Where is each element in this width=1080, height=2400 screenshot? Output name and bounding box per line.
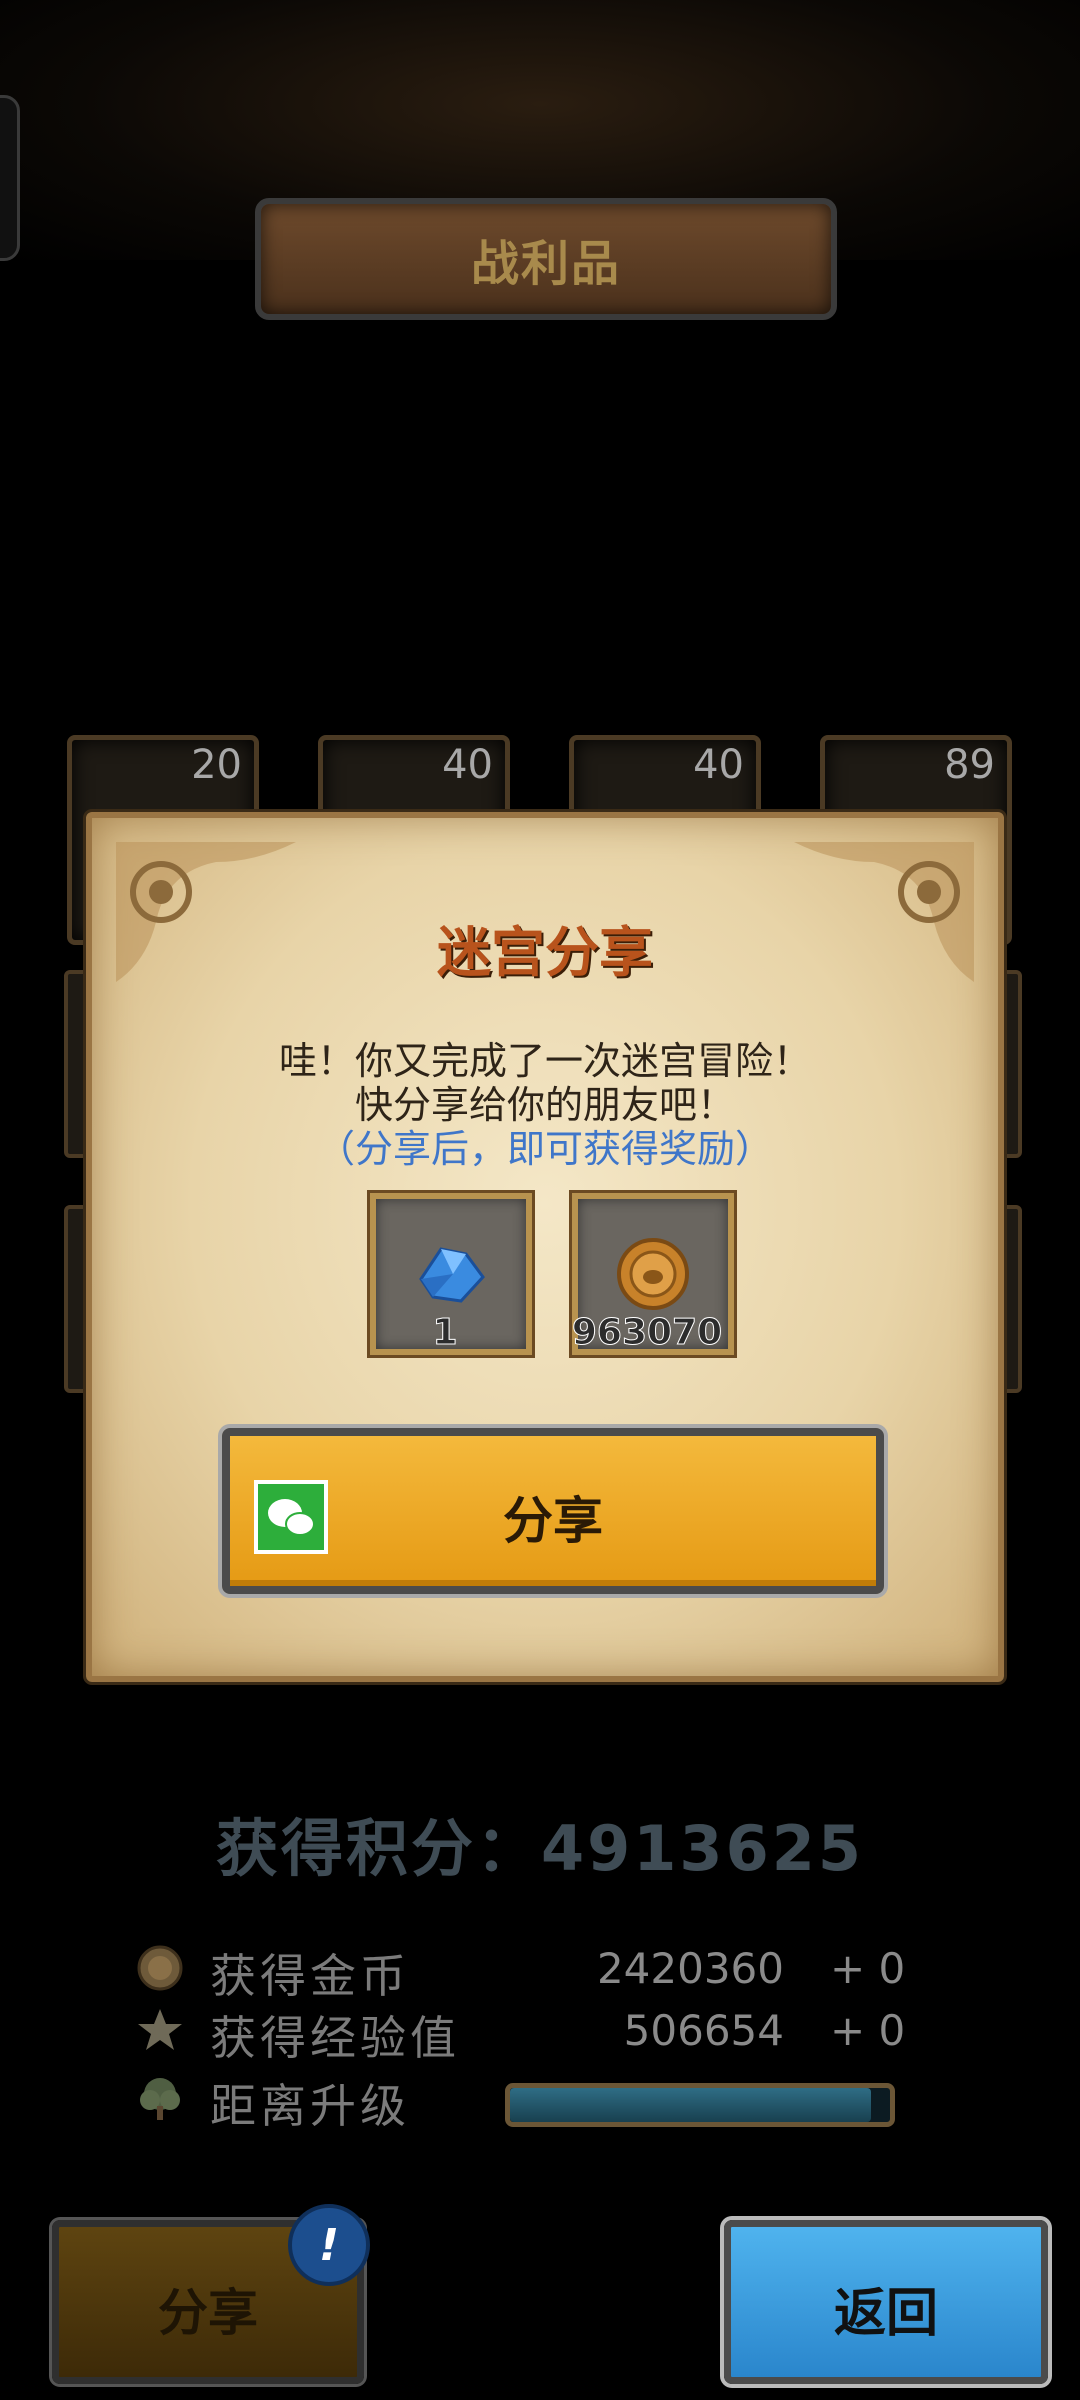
share-dialog: 迷宫分享 哇！你又完成了一次迷宫冒险！ 快分享给你的朋友吧！ （分享后，即可获得… [86, 812, 1004, 1682]
exp-bonus: + 0 [830, 2006, 906, 2055]
level-progress-fill [510, 2088, 871, 2122]
tree-icon [140, 2078, 180, 2120]
back-button-label: 返回 [833, 2284, 938, 2344]
loot-count: 20 [191, 742, 242, 788]
score-line: 获得积分：4913625 [0, 1798, 1080, 1888]
loot-count: 40 [442, 742, 493, 788]
dialog-title: 迷宫分享 [437, 921, 653, 984]
loot-count: 40 [693, 742, 744, 788]
reward-count-crystal: 1 [432, 1312, 458, 1354]
gold-value: 2420360 [596, 1944, 784, 1993]
exp-label: 获得经验值 [210, 2011, 460, 2065]
dialog-reward-note: （分享后，即可获得奖励） [316, 1127, 773, 1171]
level-label: 距离升级 [210, 2079, 410, 2133]
back-button[interactable]: 返回 [724, 2220, 1048, 2384]
stat-row-exp: 获得经验值 506654 + 0 [130, 2000, 930, 2065]
reward-count-gold: 963070 [571, 1312, 723, 1354]
loot-count: 89 [944, 742, 995, 788]
side-panel-tab[interactable] [0, 95, 20, 261]
gold-bonus: + 0 [830, 1944, 906, 1993]
level-progress-bar [505, 2083, 895, 2127]
stat-row-gold: 获得金币 2420360 + 0 [130, 1938, 930, 2003]
gold-coin-icon [617, 1238, 689, 1310]
exp-value: 506654 [623, 2006, 784, 2055]
share-button-label: 分享 [503, 1492, 603, 1550]
share-button[interactable]: 分享 [222, 1428, 884, 1594]
blue-crystal-icon [419, 1247, 485, 1303]
score-label: 获得积分： [216, 1812, 542, 1885]
notification-badge: ! [288, 2204, 370, 2286]
gold-label: 获得金币 [210, 1949, 410, 2003]
page-title: 战利品 [470, 236, 621, 292]
coin-icon [137, 1945, 183, 1991]
bottom-share-label: 分享 [158, 2284, 258, 2342]
title-plank: 战利品 [255, 198, 837, 320]
star-icon [138, 2009, 182, 2050]
score-value: 4913625 [541, 1812, 864, 1885]
